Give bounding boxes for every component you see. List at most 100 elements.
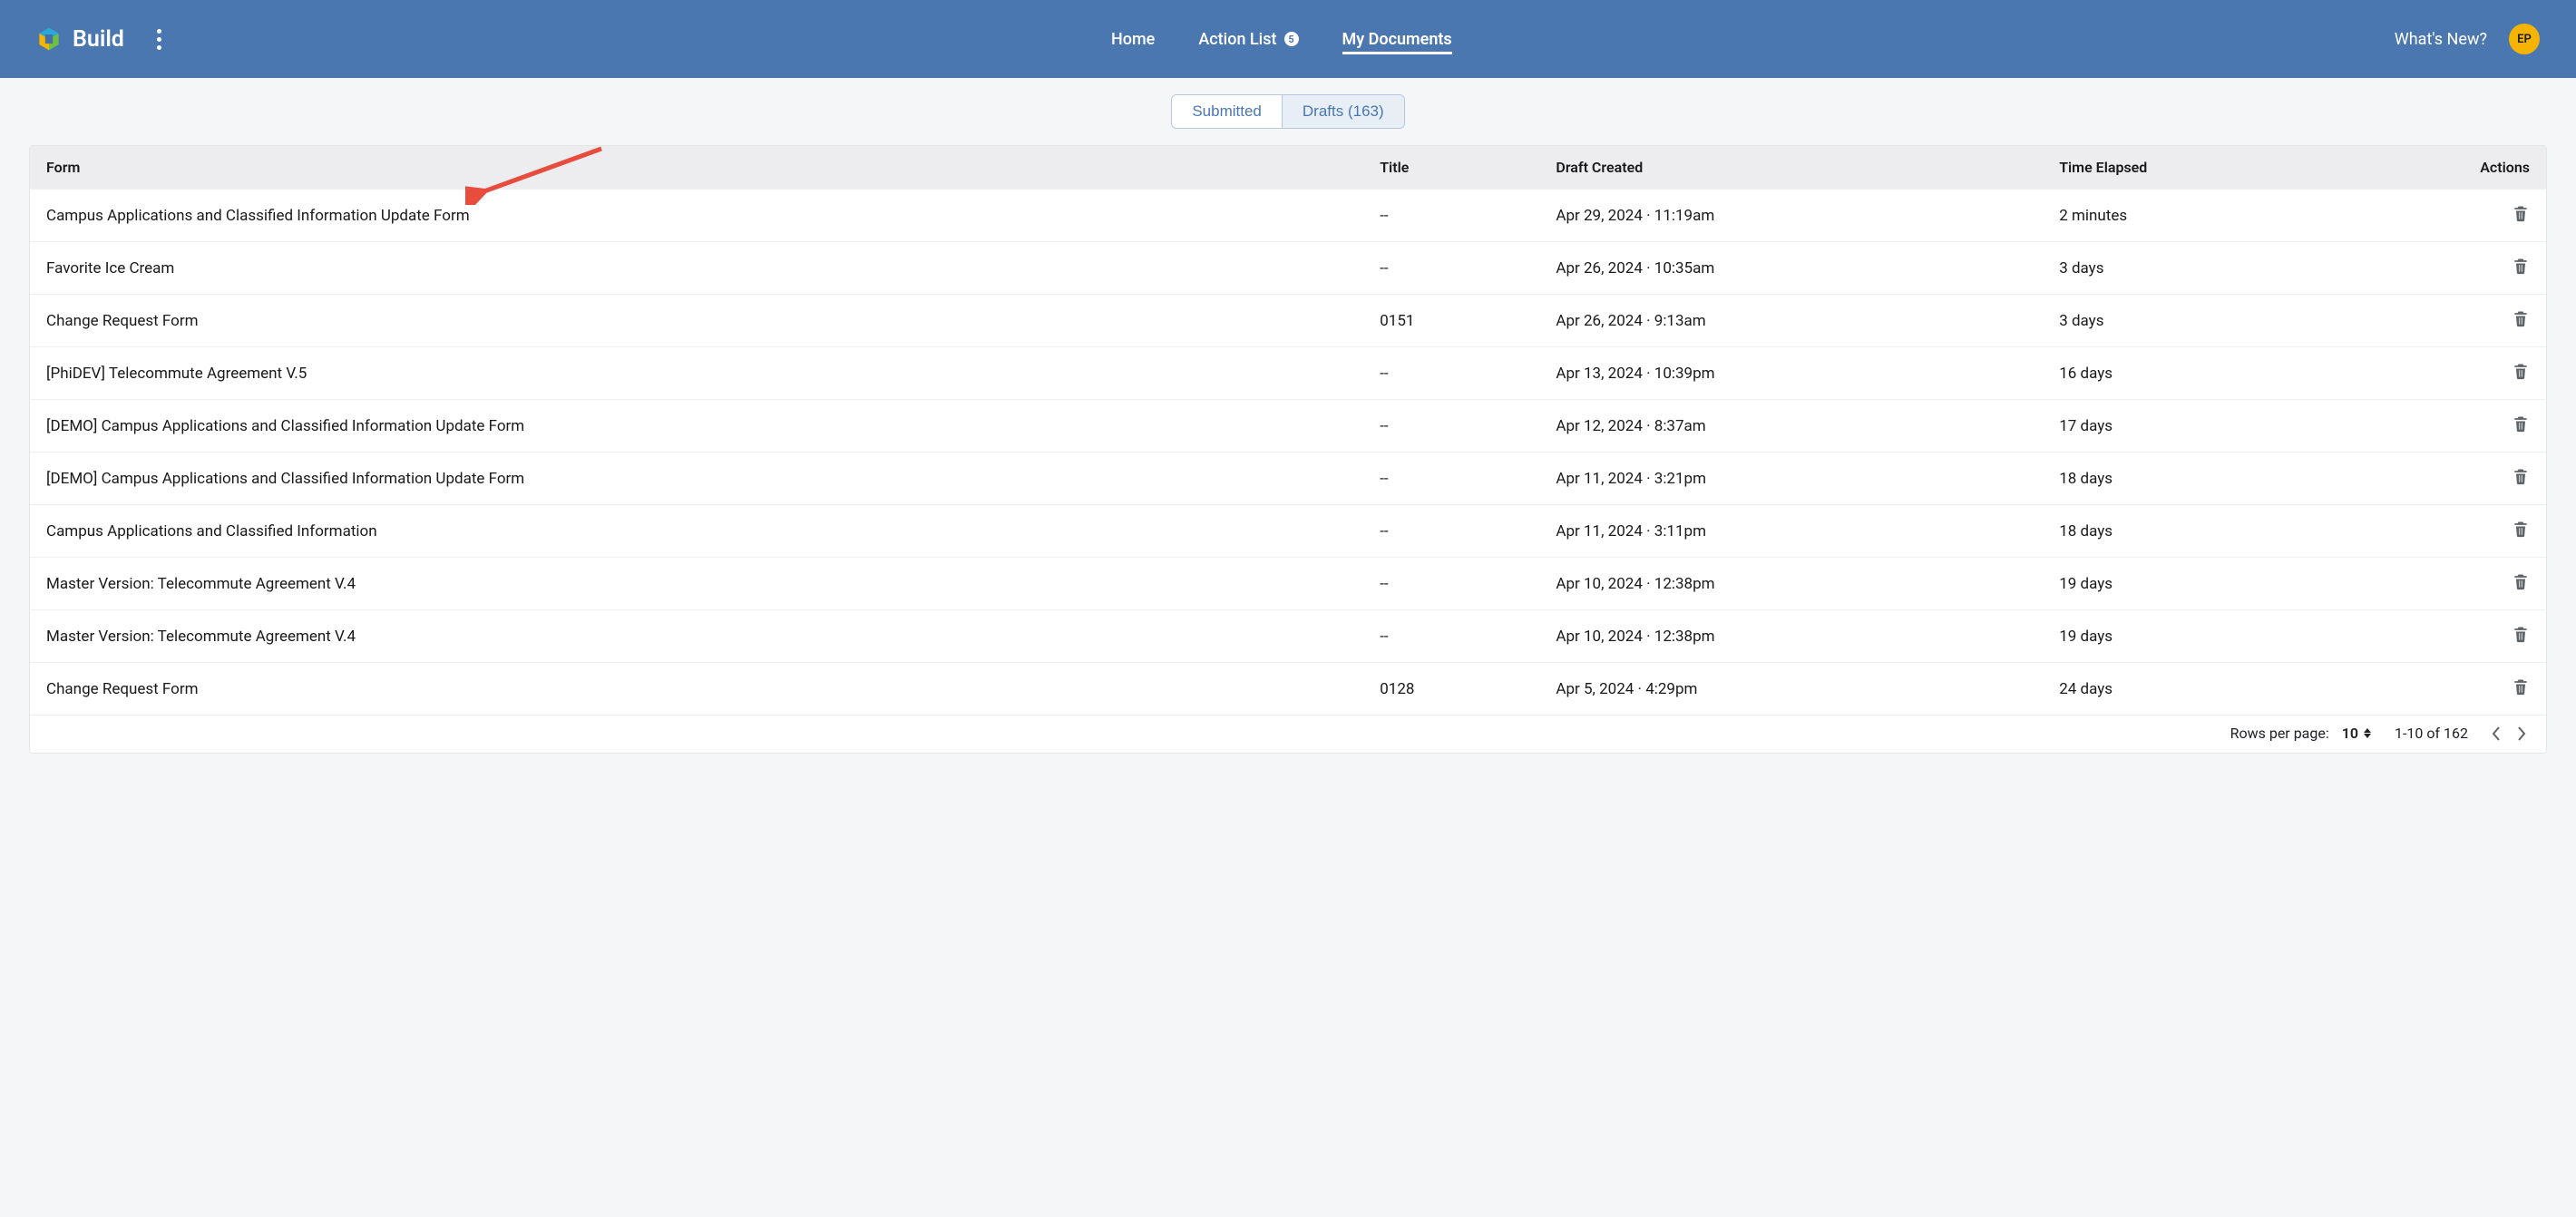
- cell-form: Change Request Form: [30, 295, 1363, 347]
- next-page-button[interactable]: [2517, 726, 2526, 741]
- delete-icon[interactable]: [2512, 203, 2530, 223]
- table-row[interactable]: [DEMO] Campus Applications and Classifie…: [30, 400, 2546, 453]
- cell-title: 0151: [1363, 295, 1539, 347]
- whats-new-link[interactable]: What's New?: [2395, 30, 2487, 49]
- sort-caret-icon: [2364, 728, 2371, 738]
- cell-created: Apr 26, 2024 · 9:13am: [1539, 295, 2043, 347]
- delete-icon[interactable]: [2512, 571, 2530, 591]
- table-row[interactable]: Master Version: Telecommute Agreement V.…: [30, 558, 2546, 610]
- cell-actions: [2395, 347, 2546, 400]
- cell-actions: [2395, 558, 2546, 610]
- cell-title: --: [1363, 558, 1539, 610]
- cell-actions: [2395, 505, 2546, 558]
- page-range: 1-10 of 162: [2395, 725, 2468, 742]
- pagination-bar: Rows per page: 10 1-10 of 162: [30, 715, 2546, 753]
- cell-created: Apr 10, 2024 · 12:38pm: [1539, 558, 2043, 610]
- avatar[interactable]: EP: [2509, 24, 2540, 54]
- col-header-form[interactable]: Form: [30, 146, 1363, 190]
- delete-icon[interactable]: [2512, 308, 2530, 328]
- cell-elapsed: 16 days: [2043, 347, 2395, 400]
- cell-elapsed: 17 days: [2043, 400, 2395, 453]
- cell-created: Apr 12, 2024 · 8:37am: [1539, 400, 2043, 453]
- cell-form: Favorite Ice Cream: [30, 242, 1363, 295]
- cell-title: --: [1363, 453, 1539, 505]
- cell-elapsed: 3 days: [2043, 295, 2395, 347]
- nav-action-list[interactable]: Action List 5: [1198, 24, 1298, 54]
- col-header-created[interactable]: Draft Created: [1539, 146, 2043, 190]
- nav-home[interactable]: Home: [1111, 24, 1155, 54]
- prev-page-button[interactable]: [2492, 726, 2501, 741]
- table-row[interactable]: Campus Applications and Classified Infor…: [30, 505, 2546, 558]
- cell-created: Apr 11, 2024 · 3:21pm: [1539, 453, 2043, 505]
- col-header-title[interactable]: Title: [1363, 146, 1539, 190]
- delete-icon[interactable]: [2512, 466, 2530, 486]
- cell-elapsed: 19 days: [2043, 558, 2395, 610]
- cell-actions: [2395, 663, 2546, 716]
- cell-elapsed: 2 minutes: [2043, 190, 2395, 242]
- rows-per-page-select[interactable]: 10: [2342, 725, 2371, 742]
- cell-actions: [2395, 295, 2546, 347]
- cell-title: --: [1363, 610, 1539, 663]
- table-row[interactable]: Favorite Ice Cream--Apr 26, 2024 · 10:35…: [30, 242, 2546, 295]
- table-row[interactable]: Master Version: Telecommute Agreement V.…: [30, 610, 2546, 663]
- delete-icon[interactable]: [2512, 677, 2530, 696]
- cell-form: Change Request Form: [30, 663, 1363, 716]
- cell-created: Apr 29, 2024 · 11:19am: [1539, 190, 2043, 242]
- table-row[interactable]: [PhiDEV] Telecommute Agreement V.5--Apr …: [30, 347, 2546, 400]
- table-row[interactable]: Change Request Form0128Apr 5, 2024 · 4:2…: [30, 663, 2546, 716]
- logo-group[interactable]: Build: [36, 26, 124, 53]
- cell-title: --: [1363, 505, 1539, 558]
- cell-title: --: [1363, 400, 1539, 453]
- cell-elapsed: 18 days: [2043, 505, 2395, 558]
- cell-created: Apr 13, 2024 · 10:39pm: [1539, 347, 2043, 400]
- cell-title: --: [1363, 242, 1539, 295]
- cell-elapsed: 24 days: [2043, 663, 2395, 716]
- table-row[interactable]: Change Request Form0151Apr 26, 2024 · 9:…: [30, 295, 2546, 347]
- delete-icon[interactable]: [2512, 624, 2530, 644]
- rows-per-page-value: 10: [2342, 725, 2358, 742]
- cell-title: 0128: [1363, 663, 1539, 716]
- cell-form: [DEMO] Campus Applications and Classifie…: [30, 400, 1363, 453]
- cell-form: [DEMO] Campus Applications and Classifie…: [30, 453, 1363, 505]
- col-header-elapsed[interactable]: Time Elapsed: [2043, 146, 2395, 190]
- drafts-table-container: Form Title Draft Created Time Elapsed Ac…: [29, 145, 2547, 754]
- table-row[interactable]: Campus Applications and Classified Infor…: [30, 190, 2546, 242]
- table-row[interactable]: [DEMO] Campus Applications and Classifie…: [30, 453, 2546, 505]
- tab-drafts[interactable]: Drafts (163): [1282, 95, 1404, 128]
- app-name: Build: [73, 26, 124, 53]
- nav-action-list-label: Action List: [1198, 30, 1276, 49]
- nav-my-documents[interactable]: My Documents: [1342, 24, 1452, 54]
- kebab-menu-icon[interactable]: [150, 22, 169, 57]
- cell-title: --: [1363, 347, 1539, 400]
- delete-icon[interactable]: [2512, 414, 2530, 433]
- action-list-badge: 5: [1284, 32, 1299, 46]
- delete-icon[interactable]: [2512, 361, 2530, 381]
- tab-submitted[interactable]: Submitted: [1172, 95, 1282, 128]
- rows-per-page-label: Rows per page:: [2230, 725, 2329, 742]
- delete-icon[interactable]: [2512, 519, 2530, 539]
- logo-icon: [36, 26, 62, 52]
- header-right: What's New? EP: [2395, 24, 2540, 54]
- cell-created: Apr 11, 2024 · 3:11pm: [1539, 505, 2043, 558]
- cell-actions: [2395, 400, 2546, 453]
- cell-title: --: [1363, 190, 1539, 242]
- cell-actions: [2395, 610, 2546, 663]
- cell-form: Master Version: Telecommute Agreement V.…: [30, 610, 1363, 663]
- drafts-table: Form Title Draft Created Time Elapsed Ac…: [30, 146, 2546, 715]
- cell-elapsed: 3 days: [2043, 242, 2395, 295]
- segmented-control: Submitted Drafts (163): [29, 94, 2547, 129]
- cell-created: Apr 5, 2024 · 4:29pm: [1539, 663, 2043, 716]
- cell-elapsed: 18 days: [2043, 453, 2395, 505]
- cell-elapsed: 19 days: [2043, 610, 2395, 663]
- cell-actions: [2395, 242, 2546, 295]
- cell-created: Apr 10, 2024 · 12:38pm: [1539, 610, 2043, 663]
- cell-form: [PhiDEV] Telecommute Agreement V.5: [30, 347, 1363, 400]
- app-header: Build Home Action List 5 My Documents Wh…: [0, 0, 2576, 78]
- page-content: Submitted Drafts (163) Form Title Draft …: [0, 78, 2576, 754]
- delete-icon[interactable]: [2512, 256, 2530, 276]
- cell-form: Campus Applications and Classified Infor…: [30, 505, 1363, 558]
- cell-actions: [2395, 190, 2546, 242]
- cell-form: Campus Applications and Classified Infor…: [30, 190, 1363, 242]
- primary-nav: Home Action List 5 My Documents: [1111, 24, 1452, 54]
- cell-created: Apr 26, 2024 · 10:35am: [1539, 242, 2043, 295]
